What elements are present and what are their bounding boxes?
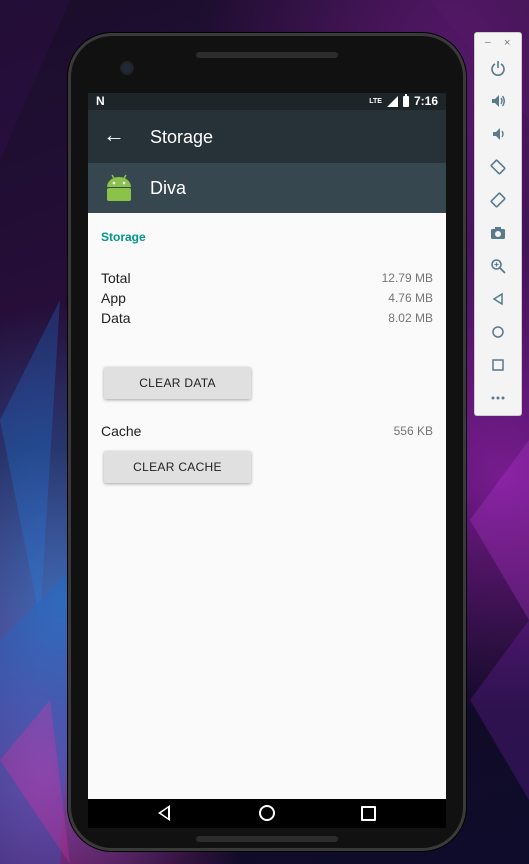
cache-value: 556 KB (393, 424, 433, 438)
nav-back-icon-inner (161, 808, 168, 818)
nav-recents-icon[interactable] (361, 806, 376, 821)
back-triangle-icon[interactable] (487, 288, 509, 310)
home-circle-icon[interactable] (487, 321, 509, 343)
bottom-speaker (196, 836, 338, 842)
volume-up-icon[interactable] (487, 90, 509, 112)
cache-label: Cache (101, 423, 142, 439)
clear-cache-button[interactable]: CLEAR CACHE (104, 451, 251, 483)
close-button[interactable]: × (504, 37, 510, 49)
rotate-right-icon[interactable] (487, 189, 509, 211)
top-speaker (196, 52, 338, 58)
overview-square-icon[interactable] (487, 354, 509, 376)
lte-label: LTE (369, 97, 382, 105)
android-robot-icon (107, 174, 131, 201)
page-title: Storage (150, 127, 214, 147)
front-camera (122, 63, 132, 73)
row-label: Data (101, 310, 131, 326)
minimize-button[interactable]: – (485, 37, 491, 48)
phone-frame: N LTE 7:16 ← Storage Diva Storage Total … (68, 33, 466, 851)
rotate-left-icon[interactable] (487, 156, 509, 178)
row-value: 8.02 MB (388, 311, 433, 325)
camera-screenshot-icon[interactable] (487, 222, 509, 244)
navigation-bar (88, 799, 446, 828)
power-icon[interactable] (487, 57, 509, 79)
back-arrow-icon[interactable]: ← (103, 122, 125, 148)
row-label: App (101, 290, 126, 306)
device-screen: N LTE 7:16 ← Storage Diva Storage Total … (88, 93, 446, 828)
row-label: Total (101, 270, 131, 286)
app-name: Diva (150, 178, 187, 198)
more-options-icon[interactable] (487, 387, 509, 409)
notification-n-icon: N (96, 94, 105, 108)
nav-home-icon[interactable] (259, 805, 275, 821)
status-time: 7:16 (413, 94, 438, 108)
app-bar: ← Storage (88, 110, 446, 163)
status-icons: LTE 7:16 (369, 93, 438, 108)
volume-down-icon[interactable] (487, 123, 509, 145)
row-value: 12.79 MB (381, 271, 433, 285)
row-value: 4.76 MB (388, 291, 433, 305)
clear-data-button[interactable]: CLEAR DATA (104, 367, 251, 399)
window-controls: – × (475, 37, 521, 49)
status-bar: N LTE 7:16 (88, 93, 446, 110)
app-header: Diva (88, 163, 446, 213)
battery-icon (402, 93, 409, 107)
zoom-icon[interactable] (487, 255, 509, 277)
emulator-toolbar: – × (475, 33, 521, 415)
section-title-storage: Storage (101, 230, 146, 244)
signal-icon (386, 95, 398, 107)
